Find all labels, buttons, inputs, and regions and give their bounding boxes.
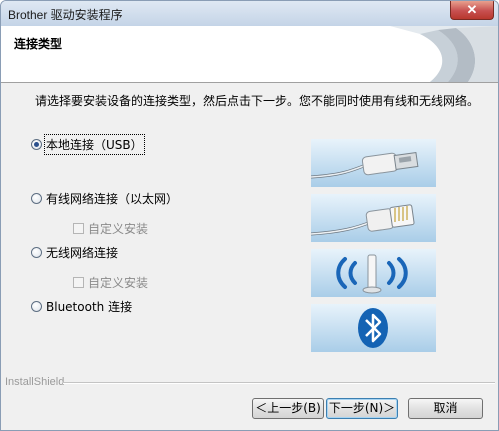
close-icon: ✕ <box>466 2 478 17</box>
radio-wireless[interactable] <box>31 247 42 258</box>
instruction-text: 请选择要安装设备的连接类型，然后点击下一步。您不能同时使用有线和无线网络。 <box>35 94 480 108</box>
footer-divider <box>63 382 495 384</box>
window-title: Brother 驱动安装程序 <box>8 8 123 22</box>
checkbox-wired-custom[interactable] <box>73 223 84 234</box>
wireless-icon <box>336 254 408 294</box>
installer-window: Brother 驱动安装程序 ✕ 连接类型 请选择要安装设备的连接类型，然后点击… <box>0 0 499 431</box>
checkbox-wireless-custom[interactable] <box>73 277 84 288</box>
back-button[interactable]: ＜上一步(B) <box>252 398 324 419</box>
option-usb-label[interactable]: 本地连接（USB） <box>44 134 145 155</box>
header-page-curl-icon <box>390 26 498 82</box>
title-bar[interactable]: Brother 驱动安装程序 ✕ <box>1 1 498 26</box>
bluetooth-icon <box>358 308 388 348</box>
page-title: 连接类型 <box>14 37 63 51</box>
option-wired-label[interactable]: 有线网络连接（以太网） <box>46 190 178 207</box>
next-button-label: 下一步(N)＞ <box>328 401 396 415</box>
radio-wired[interactable] <box>31 193 42 204</box>
option-wired-custom-label[interactable]: 自定义安装 <box>88 220 148 237</box>
back-button-label: ＜上一步(B) <box>255 401 321 415</box>
option-wireless-label[interactable]: 无线网络连接 <box>46 244 118 261</box>
radio-bluetooth[interactable] <box>31 301 42 312</box>
bluetooth-image-panel <box>311 304 436 352</box>
cancel-button[interactable]: 取消 <box>408 398 483 419</box>
wizard-header: 连接类型 <box>1 26 498 83</box>
option-bluetooth-label[interactable]: Bluetooth 连接 <box>46 298 132 315</box>
cancel-button-label: 取消 <box>433 401 458 415</box>
usb-cable-icon <box>310 151 419 179</box>
wireless-image-panel <box>311 249 436 297</box>
ethernet-image-panel <box>310 194 436 242</box>
installshield-brand: InstallShield <box>5 376 65 388</box>
next-button[interactable]: 下一步(N)＞ <box>326 398 398 419</box>
close-button[interactable]: ✕ <box>450 1 494 20</box>
option-wireless-custom-label[interactable]: 自定义安装 <box>88 274 148 291</box>
ethernet-cable-icon <box>310 204 415 236</box>
usb-image-panel <box>310 139 436 187</box>
radio-usb[interactable] <box>31 139 42 150</box>
